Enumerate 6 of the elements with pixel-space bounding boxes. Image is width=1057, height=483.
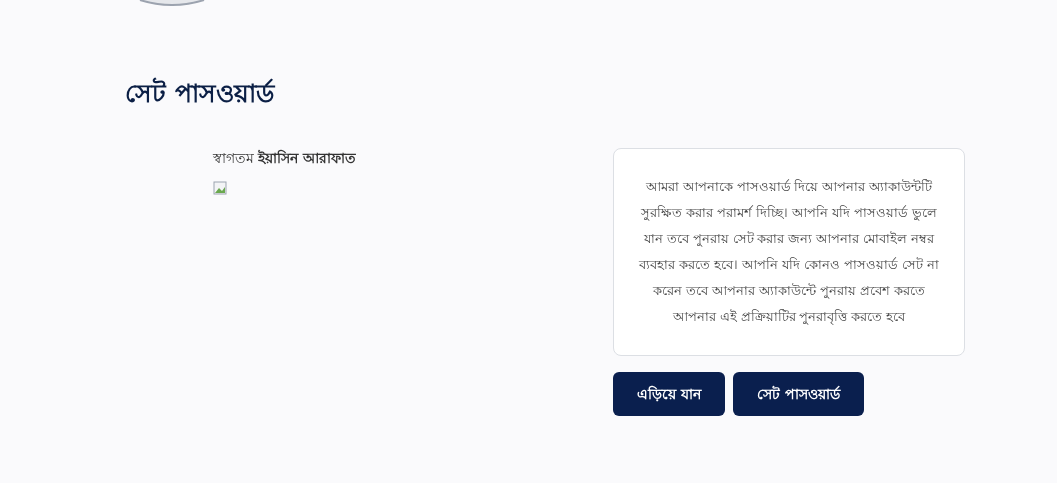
broken-image-icon [213,181,227,195]
page-title: সেট পাসওয়ার্ড [125,76,276,110]
welcome-text: স্বাগতম ইয়াসিন আরাফাত [213,148,358,168]
skip-button[interactable]: এড়িয়ে যান [613,372,725,416]
set-password-button[interactable]: সেট পাসওয়ার্ড [732,372,864,416]
info-text: আমরা আপনাকে পাসওয়ার্ড দিয়ে আপনার অ্যাকাউন্টটি সুরক্ষিত করার পরামর্শ দিচ্ছি। আপনি যদি পাসওয়ার্ড ভুলে যান তবে পুনরায় সেট করার জন্য আপনার মোবাইল নম্বর ব্যবহার করতে হবে। আপনি যদি কোনও পাসওয়ার্ড সেট না করেন তবে আপনার অ্যাকাউন্টে পুনরায় প্রবেশ করতে আপনার এই প্রক্রিয়াটির পুনরাবৃত্তি করতে হবে [638,178,940,327]
